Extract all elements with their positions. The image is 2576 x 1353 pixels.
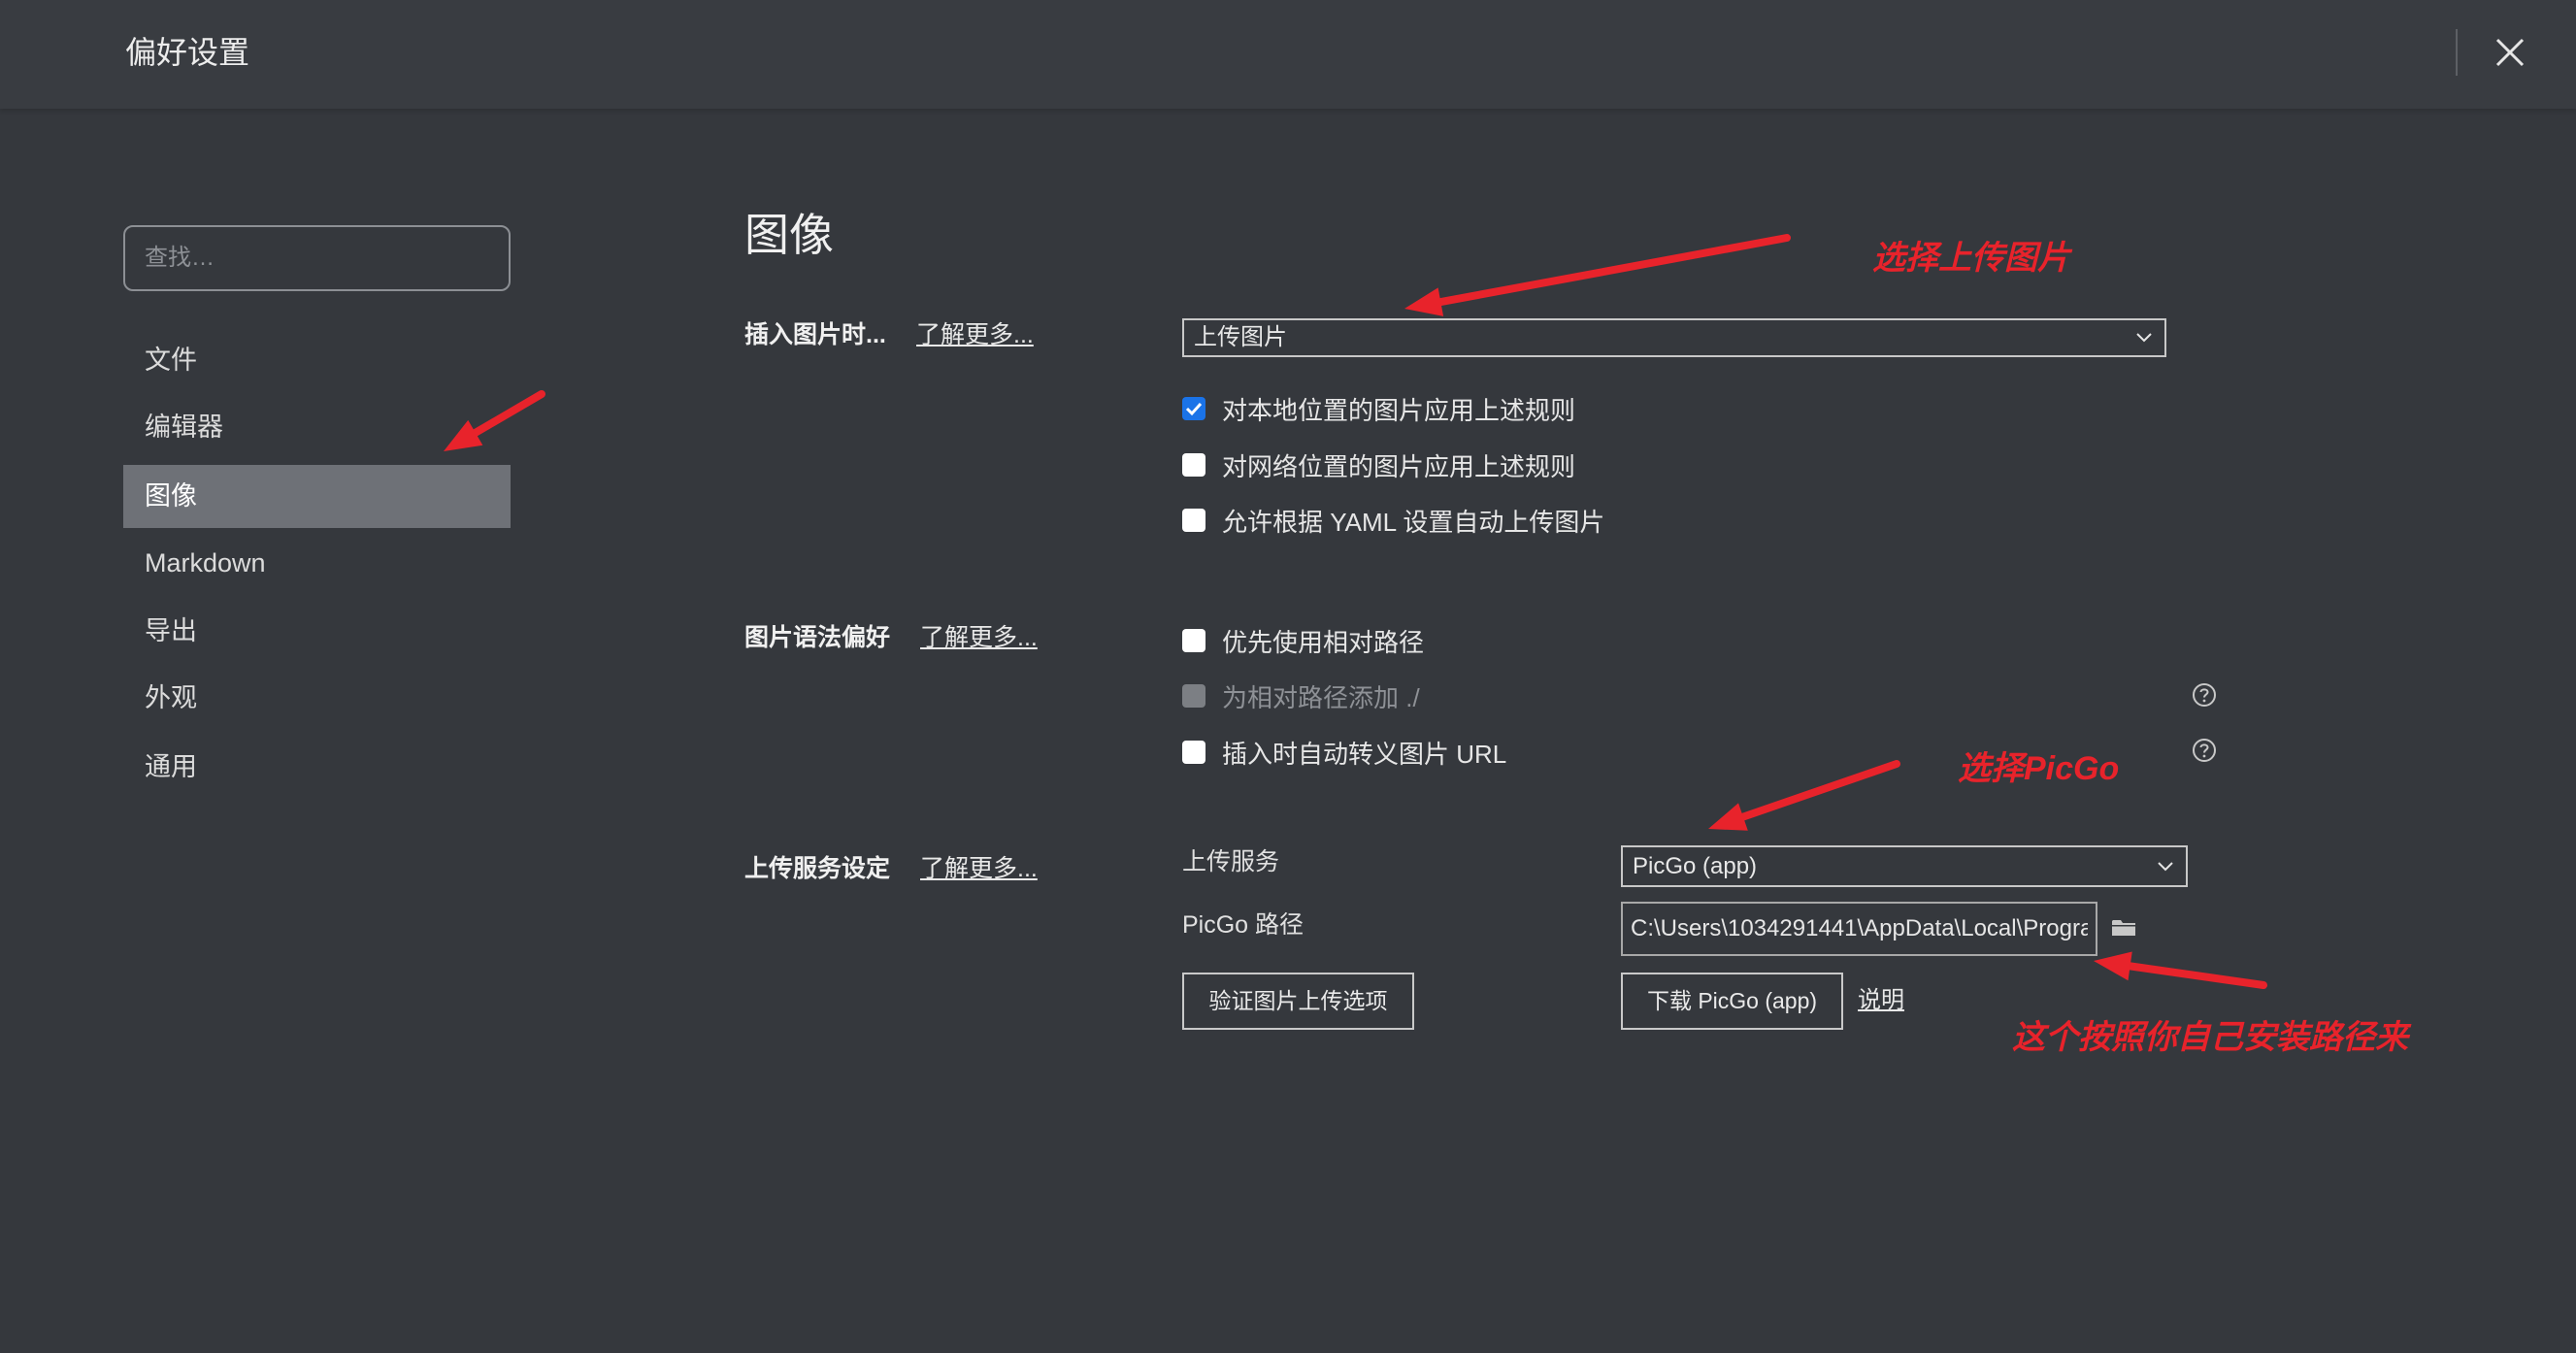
annotation-arrow-shaft — [1437, 234, 1791, 307]
relative-path-checkbox[interactable] — [1182, 629, 1205, 652]
sidebar-item-markdown[interactable]: Markdown — [123, 532, 511, 595]
insert-image-action-select[interactable]: 上传图片 — [1182, 318, 2166, 357]
annotation-arrow — [1404, 234, 1791, 316]
annotation-select-picgo: 选择PicGo — [1958, 750, 2120, 787]
insert-image-action-value: 上传图片 — [1194, 324, 1287, 350]
sidebar-item-editor[interactable]: 编辑器 — [123, 396, 511, 459]
sidebar-item-image[interactable]: 图像 — [123, 465, 511, 528]
local-images-checkbox[interactable] — [1182, 397, 1205, 420]
annotation-arrow — [1708, 760, 1900, 831]
picgo-path-label: PicGo 路径 — [1182, 911, 1305, 939]
network-images-label: 对网络位置的图片应用上述规则 — [1222, 451, 1576, 481]
upload-service-label: 上传服务 — [1182, 848, 1280, 875]
annotation-arrow-head — [1404, 287, 1444, 316]
yaml-upload-label: 允许根据 YAML 设置自动上传图片 — [1222, 507, 1605, 537]
picgo-help-link[interactable]: 说明 — [1858, 983, 1904, 1018]
annotation-install-path: 这个按照你自己安装路径来 — [2012, 1019, 2408, 1056]
header-divider — [2456, 29, 2458, 76]
verify-upload-button[interactable]: 验证图片上传选项 — [1182, 973, 1414, 1030]
add-dot-slash-label: 为相对路径添加 ./ — [1222, 682, 1420, 712]
annotation-arrow — [2094, 951, 2267, 989]
insert-image-learn-more-link[interactable]: 了解更多... — [916, 317, 1034, 352]
download-picgo-button[interactable]: 下载 PicGo (app) — [1621, 973, 1843, 1030]
checkbox-row-escape-url: 插入时自动转义图片 URL — [1182, 735, 1506, 770]
title-bar: 偏好设置 — [0, 0, 2576, 109]
page-title: 图像 — [744, 210, 834, 260]
upload-service-select[interactable]: PicGo (app) — [1621, 845, 2188, 887]
close-button[interactable] — [2491, 33, 2529, 72]
help-icon[interactable] — [2192, 738, 2217, 763]
sidebar-item-export[interactable]: 导出 — [123, 600, 511, 663]
upload-service-value: PicGo (app) — [1633, 853, 1758, 879]
annotation-arrow-shaft — [2126, 962, 2267, 989]
picgo-path-input[interactable] — [1621, 902, 2097, 956]
close-icon — [2495, 38, 2525, 67]
escape-url-checkbox[interactable] — [1182, 741, 1205, 764]
sidebar-item-appearance[interactable]: 外观 — [123, 667, 511, 730]
escape-url-label: 插入时自动转义图片 URL — [1222, 739, 1507, 769]
local-images-label: 对本地位置的图片应用上述规则 — [1222, 395, 1576, 425]
syntax-preference-label: 图片语法偏好 — [744, 624, 891, 651]
upload-service-learn-more-link[interactable]: 了解更多... — [920, 851, 1038, 886]
checkbox-row-local-images: 对本地位置的图片应用上述规则 — [1182, 391, 1575, 426]
upload-service-section-label: 上传服务设定 — [744, 855, 891, 882]
help-icon[interactable] — [2192, 682, 2217, 708]
window-title: 偏好设置 — [125, 35, 250, 70]
checkbox-row-add-dot-slash: 为相对路径添加 ./ — [1182, 678, 1420, 713]
annotation-arrow-shaft — [1738, 760, 1900, 821]
check-icon — [1185, 402, 1203, 416]
syntax-preference-learn-more-link[interactable]: 了解更多... — [920, 620, 1038, 655]
annotation-arrow-head — [2094, 951, 2132, 981]
chevron-down-icon — [2158, 861, 2173, 871]
chevron-down-icon — [2136, 333, 2152, 343]
checkbox-row-network-images: 对网络位置的图片应用上述规则 — [1182, 447, 1575, 482]
sidebar-item-file[interactable]: 文件 — [123, 329, 511, 392]
insert-image-label: 插入图片时... — [744, 321, 886, 348]
checkbox-row-relative-path: 优先使用相对路径 — [1182, 623, 1424, 658]
network-images-checkbox[interactable] — [1182, 453, 1205, 477]
checkbox-row-yaml-upload: 允许根据 YAML 设置自动上传图片 — [1182, 503, 1604, 538]
annotation-select-upload: 选择上传图片 — [1872, 240, 2070, 277]
search-input[interactable] — [123, 225, 511, 291]
add-dot-slash-checkbox[interactable] — [1182, 684, 1205, 708]
folder-icon[interactable] — [2111, 917, 2136, 939]
yaml-upload-checkbox[interactable] — [1182, 509, 1205, 532]
annotation-arrow-head — [1708, 803, 1748, 831]
relative-path-label: 优先使用相对路径 — [1222, 627, 1425, 657]
sidebar-item-general[interactable]: 通用 — [123, 736, 511, 799]
